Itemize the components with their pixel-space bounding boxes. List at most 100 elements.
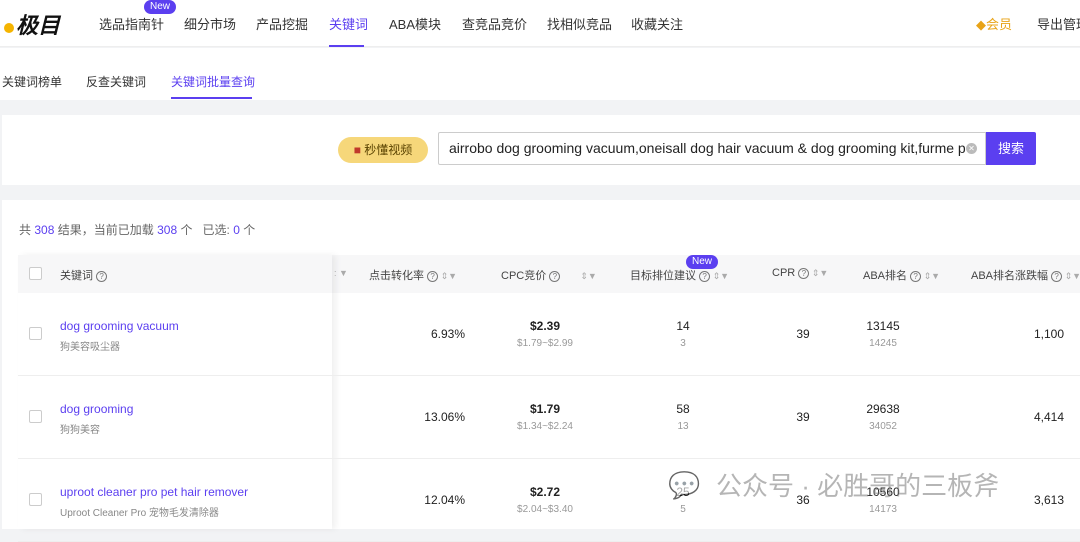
header-target[interactable]: 目标排位建议 ? ⇕▼ bbox=[630, 267, 729, 283]
cpc-range: $1.34~$2.24 bbox=[517, 421, 573, 432]
subnav-item[interactable]: 关键词榜单 bbox=[2, 73, 62, 90]
help-icon[interactable]: ? bbox=[798, 267, 810, 279]
video-button-label: 秒懂视频 bbox=[364, 143, 413, 157]
summary-text: 个 bbox=[180, 223, 193, 237]
cpr-value: 39 bbox=[796, 327, 810, 341]
aba-rank-previous: 34052 bbox=[869, 421, 897, 432]
diamond-icon: ◆ bbox=[976, 17, 986, 32]
new-badge: New bbox=[144, 0, 177, 14]
subnav-item[interactable]: 反查关键词 bbox=[86, 73, 146, 90]
keyword-translation: Uproot Cleaner Pro 宠物毛发清除器 bbox=[60, 508, 219, 519]
watermark: 公众号 · 必胜哥的三板斧 bbox=[716, 471, 1000, 501]
sort-filter-icon[interactable]: ⇕▼ bbox=[921, 271, 940, 281]
target-rank: 14 bbox=[676, 319, 690, 333]
help-icon[interactable]: ? bbox=[549, 270, 561, 282]
header-label: 关键词 bbox=[60, 270, 93, 282]
summary-text: 个 bbox=[243, 223, 256, 237]
total-count: 308 bbox=[34, 223, 55, 237]
keyword-translation: 狗美容吸尘器 bbox=[60, 342, 120, 353]
sub-navigation bbox=[0, 48, 1080, 100]
select-all-checkbox[interactable] bbox=[29, 267, 42, 280]
header-aba[interactable]: ABA排名 ? ⇕▼ bbox=[863, 267, 940, 283]
clear-icon[interactable]: ✕ bbox=[966, 143, 977, 154]
keyword-link[interactable]: dog grooming bbox=[60, 402, 133, 416]
header-label: 目标排位建议 bbox=[630, 270, 696, 282]
cpc-value: $1.79 bbox=[529, 402, 561, 416]
logo[interactable]: 极目 bbox=[4, 8, 60, 40]
cvr-value: 6.93% bbox=[430, 327, 465, 341]
help-icon[interactable]: ? bbox=[910, 270, 922, 282]
target-rank-sub: 3 bbox=[680, 338, 686, 349]
header-aba-change[interactable]: ABA排名涨跌幅 ? ⇕▼ bbox=[971, 267, 1080, 283]
keyword-link[interactable]: dog grooming vacuum bbox=[60, 319, 179, 333]
cpc-value: $2.72 bbox=[529, 485, 561, 499]
nav-item[interactable]: 找相似竞品 bbox=[547, 14, 612, 33]
help-icon[interactable]: ? bbox=[427, 270, 439, 282]
logo-text: 极目 bbox=[16, 13, 61, 38]
search-button[interactable]: 搜索 bbox=[986, 132, 1036, 165]
help-icon[interactable]: ? bbox=[96, 270, 108, 282]
row-checkbox[interactable] bbox=[29, 327, 42, 340]
summary-text: 结果，当前已加载 bbox=[57, 223, 154, 237]
keyword-link[interactable]: uproot cleaner pro pet hair remover bbox=[60, 485, 248, 499]
aba-change-value: 4,414 bbox=[1033, 410, 1064, 424]
subnav-active-indicator bbox=[171, 97, 252, 99]
filter-icon[interactable]: : ▼ bbox=[334, 268, 348, 278]
member-link[interactable]: ◆会员 bbox=[976, 14, 1012, 33]
new-badge: New bbox=[686, 255, 719, 269]
sort-filter-icon[interactable]: ⇕▼ bbox=[438, 271, 457, 281]
selected-count: 0 bbox=[233, 223, 240, 237]
video-icon: ■ bbox=[353, 143, 361, 157]
subnav-item-active[interactable]: 关键词批量查询 bbox=[171, 73, 255, 90]
aba-change-value: 1,100 bbox=[1033, 327, 1064, 341]
header-label: ABA排名 bbox=[863, 270, 908, 282]
nav-item[interactable]: ABA模块 bbox=[389, 14, 441, 33]
sort-filter-icon[interactable]: ⇕▼ bbox=[1062, 271, 1080, 281]
aba-change-value: 3,613 bbox=[1033, 493, 1064, 507]
nav-item[interactable]: 选品指南针 bbox=[99, 14, 164, 33]
help-icon[interactable]: ? bbox=[1051, 270, 1063, 282]
nav-item[interactable]: 查竞品竞价 bbox=[462, 14, 527, 33]
cpc-value: $2.39 bbox=[529, 319, 561, 333]
header-label: CPC竞价 bbox=[501, 270, 547, 282]
header-cvr[interactable]: 点击转化率 ? ⇕▼ bbox=[369, 267, 457, 283]
cvr-value: 13.06% bbox=[424, 410, 465, 424]
row-checkbox[interactable] bbox=[29, 410, 42, 423]
search-input[interactable]: airrobo dog grooming vacuum,oneisall dog… bbox=[438, 132, 986, 165]
cpc-range: $2.04~$3.40 bbox=[517, 504, 573, 515]
header-cpr[interactable]: CPR ? ⇕▼ bbox=[772, 267, 828, 279]
sort-filter-icon[interactable]: ⇕▼ bbox=[809, 268, 828, 278]
sort-filter-icon[interactable]: ⇕▼ bbox=[710, 271, 729, 281]
aba-rank: 29638 bbox=[866, 402, 900, 416]
nav-item[interactable]: 细分市场 bbox=[184, 14, 236, 33]
header-label: ABA排名涨跌幅 bbox=[971, 270, 1049, 282]
export-link[interactable]: 导出管理 bbox=[1037, 14, 1080, 33]
header-keyword[interactable]: 关键词 ? bbox=[60, 267, 108, 283]
loaded-count: 308 bbox=[157, 223, 178, 237]
active-indicator bbox=[329, 45, 364, 47]
nav-item[interactable]: 收藏关注 bbox=[631, 14, 683, 33]
aba-rank: 13145 bbox=[866, 319, 900, 333]
aba-rank-previous: 14173 bbox=[869, 504, 897, 515]
target-rank: 58 bbox=[676, 402, 690, 416]
sort-filter-icon[interactable]: ⇕▼ bbox=[580, 271, 596, 281]
aba-rank-previous: 14245 bbox=[869, 338, 897, 349]
member-label: 会员 bbox=[986, 17, 1013, 32]
logo-mark-icon bbox=[4, 23, 14, 33]
header-label: 点击转化率 bbox=[369, 270, 424, 282]
summary-text: 共 bbox=[19, 223, 32, 237]
header-partial: : ▼ bbox=[334, 267, 348, 279]
row-divider bbox=[18, 375, 1080, 376]
keyword-translation: 狗狗美容 bbox=[60, 425, 100, 436]
target-rank-sub: 5 bbox=[680, 504, 686, 515]
video-button[interactable]: ■ 秒懂视频 bbox=[338, 137, 428, 163]
nav-item[interactable]: 产品挖掘 bbox=[256, 14, 308, 33]
result-summary: 共 308 结果，当前已加载 308 个 已选: 0 个 bbox=[19, 221, 255, 238]
header-cpc[interactable]: CPC竞价 ? ⇕▼ bbox=[501, 267, 597, 283]
summary-text: 已选: bbox=[202, 223, 230, 237]
row-checkbox[interactable] bbox=[29, 493, 42, 506]
wechat-icon: 💬 bbox=[668, 470, 701, 500]
nav-item-active[interactable]: 关键词 bbox=[329, 14, 368, 33]
header-label: CPR bbox=[772, 267, 796, 279]
help-icon[interactable]: ? bbox=[699, 270, 711, 282]
